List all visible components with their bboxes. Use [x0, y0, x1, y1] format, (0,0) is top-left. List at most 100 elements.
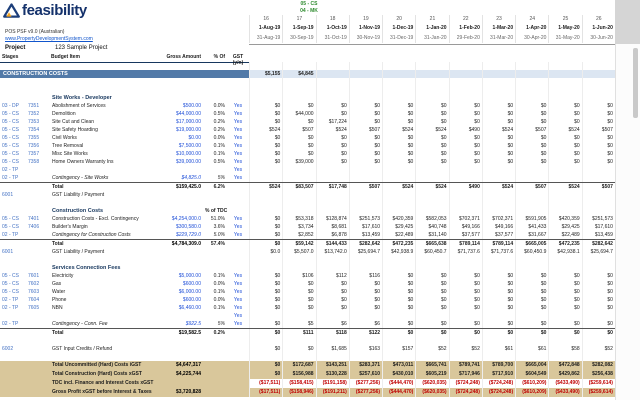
code-cell[interactable]: 7354	[26, 126, 50, 134]
gst-cell[interactable]: Yes	[227, 134, 249, 142]
gross-cell[interactable]	[158, 199, 203, 207]
stage-cell[interactable]	[0, 329, 26, 337]
gross-cell[interactable]: $19,000.00	[158, 126, 203, 134]
gross-cell[interactable]: $6,460.00	[158, 304, 203, 312]
gross-cell[interactable]	[158, 248, 203, 256]
gross-cell[interactable]: $44,000.00	[158, 110, 203, 118]
stage-cell[interactable]: 05 - CS	[0, 142, 26, 150]
gross-cell[interactable]	[158, 78, 203, 86]
gross-cell[interactable]	[158, 94, 203, 102]
stage-cell[interactable]	[0, 388, 26, 397]
gst-cell[interactable]: Yes	[227, 231, 249, 239]
gross-cell[interactable]: $500.00	[158, 102, 203, 110]
code-cell[interactable]	[26, 312, 50, 320]
code-cell[interactable]	[26, 240, 50, 248]
gst-cell[interactable]: Yes	[227, 110, 249, 118]
gst-cell[interactable]	[227, 379, 249, 388]
gst-cell[interactable]: Yes	[227, 280, 249, 288]
code-cell[interactable]	[26, 62, 50, 70]
stage-cell[interactable]: 02 - TP	[0, 304, 26, 312]
gst-cell[interactable]	[227, 207, 249, 215]
gross-cell[interactable]	[158, 312, 203, 320]
code-cell[interactable]	[26, 361, 50, 370]
gst-cell[interactable]: Yes	[227, 312, 249, 320]
gst-cell[interactable]	[227, 388, 249, 397]
stage-cell[interactable]: 05 - CS	[0, 280, 26, 288]
stage-cell[interactable]	[0, 256, 26, 264]
code-cell[interactable]	[26, 329, 50, 337]
stage-cell[interactable]	[0, 361, 26, 370]
gross-cell[interactable]: $4,825.0	[158, 174, 203, 182]
code-cell[interactable]	[26, 248, 50, 256]
gross-cell[interactable]: $4,225,744	[158, 370, 203, 379]
gross-cell[interactable]: $6,000.00	[158, 288, 203, 296]
gross-cell[interactable]	[158, 353, 203, 361]
code-cell[interactable]: 7356	[26, 142, 50, 150]
gross-cell[interactable]	[158, 86, 203, 94]
code-cell[interactable]	[26, 388, 50, 397]
code-cell[interactable]	[26, 86, 50, 94]
gst-cell[interactable]	[227, 345, 249, 353]
gst-cell[interactable]	[227, 370, 249, 379]
gross-cell[interactable]: $4,647,317	[158, 361, 203, 370]
stage-cell[interactable]	[0, 62, 26, 70]
gst-cell[interactable]	[227, 337, 249, 345]
gross-cell[interactable]: $229,729.0	[158, 231, 203, 239]
stage-cell[interactable]: 02 - TP	[0, 166, 26, 174]
stage-cell[interactable]: 02 - TP	[0, 320, 26, 328]
gross-cell[interactable]: $600.00	[158, 280, 203, 288]
code-cell[interactable]: 7605	[26, 304, 50, 312]
stage-cell[interactable]: 05 - CS	[0, 272, 26, 280]
stage-cell[interactable]	[0, 264, 26, 272]
gross-cell[interactable]: $19,582.5	[158, 329, 203, 337]
gst-cell[interactable]: Yes	[227, 296, 249, 304]
gross-cell[interactable]: $17,000.00	[158, 118, 203, 126]
code-cell[interactable]	[26, 345, 50, 353]
stage-cell[interactable]: 05 - CS	[0, 158, 26, 166]
gst-cell[interactable]: Yes	[227, 166, 249, 174]
website-link[interactable]: www.PropertyDevelopmentSystem.com	[5, 36, 93, 42]
gross-cell[interactable]: $3,720,828	[158, 388, 203, 397]
stage-cell[interactable]	[0, 312, 26, 320]
code-cell[interactable]: 7358	[26, 158, 50, 166]
code-cell[interactable]	[26, 231, 50, 239]
gst-cell[interactable]	[227, 183, 249, 191]
code-cell[interactable]: 7603	[26, 288, 50, 296]
gst-cell[interactable]: Yes	[227, 223, 249, 231]
stage-cell[interactable]: 6002	[0, 345, 26, 353]
gross-cell[interactable]	[158, 345, 203, 353]
gross-cell[interactable]	[158, 207, 203, 215]
gross-cell[interactable]: $0.00	[158, 134, 203, 142]
stage-cell[interactable]: 05 - CS	[0, 118, 26, 126]
gross-cell[interactable]	[158, 191, 203, 199]
gst-cell[interactable]	[227, 62, 249, 70]
gst-cell[interactable]: Yes	[227, 320, 249, 328]
gst-cell[interactable]	[227, 353, 249, 361]
gst-cell[interactable]	[227, 329, 249, 337]
stage-cell[interactable]	[0, 337, 26, 345]
code-cell[interactable]	[26, 94, 50, 102]
code-cell[interactable]	[26, 379, 50, 388]
stage-cell[interactable]	[0, 379, 26, 388]
gst-cell[interactable]	[227, 94, 249, 102]
gst-cell[interactable]	[227, 86, 249, 94]
stage-cell[interactable]	[0, 353, 26, 361]
stage-cell[interactable]	[0, 207, 26, 215]
gross-cell[interactable]	[158, 337, 203, 345]
gross-cell[interactable]: $7,500.00	[158, 142, 203, 150]
stage-cell[interactable]	[0, 183, 26, 191]
gst-cell[interactable]	[227, 199, 249, 207]
stage-cell[interactable]: 6001	[0, 248, 26, 256]
stage-cell[interactable]: 05 - CS	[0, 134, 26, 142]
gross-cell[interactable]: $300,580.0	[158, 223, 203, 231]
stage-cell[interactable]	[0, 240, 26, 248]
gross-cell[interactable]: $4,254,000.0	[158, 215, 203, 223]
code-cell[interactable]: 7601	[26, 272, 50, 280]
gst-cell[interactable]: Yes	[227, 126, 249, 134]
gst-cell[interactable]	[227, 240, 249, 248]
code-cell[interactable]: 7355	[26, 134, 50, 142]
code-cell[interactable]: 7406	[26, 223, 50, 231]
stage-cell[interactable]	[0, 199, 26, 207]
code-cell[interactable]: 7353	[26, 118, 50, 126]
code-cell[interactable]	[26, 183, 50, 191]
